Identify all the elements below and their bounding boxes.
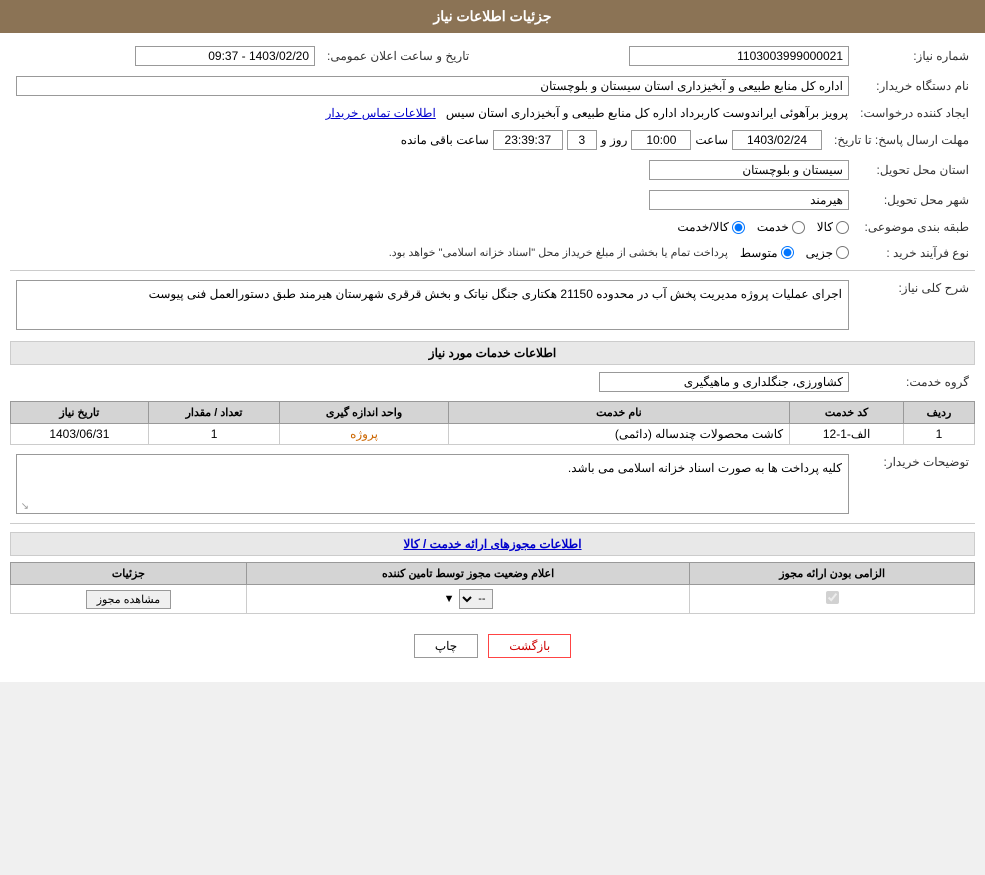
table-row: -- ▼ مشاهده مجوز bbox=[11, 585, 975, 614]
radio-motavasset[interactable]: متوسط bbox=[740, 246, 794, 260]
tabaqe-khedmat-label: خدمت bbox=[757, 220, 789, 234]
mohlat-saat-label: ساعت bbox=[695, 133, 728, 147]
elzami-checkbox bbox=[826, 591, 839, 604]
col-joziat: جزئیات bbox=[11, 563, 247, 585]
tawzih-value: کلیه پرداخت ها به صورت اسناد خزانه اسلام… bbox=[16, 454, 849, 514]
mohlat-baqi: 23:39:37 bbox=[493, 130, 563, 150]
jozi-label: جزیی bbox=[806, 246, 833, 260]
page-header: جزئیات اطلاعات نیاز bbox=[0, 0, 985, 33]
print-button[interactable]: چاپ bbox=[414, 634, 478, 658]
col-tarikh: تاریخ نیاز bbox=[11, 402, 149, 424]
service-table: ردیف کد خدمت نام خدمت واحد اندازه گیری ت… bbox=[10, 401, 975, 445]
mohlat-roz-label: روز و bbox=[601, 133, 628, 147]
sharh-value: اجرای عملیات پروژه مدیریت پخش آب در محدو… bbox=[16, 280, 849, 330]
khedmat-section-title: اطلاعات خدمات مورد نیاز bbox=[10, 341, 975, 365]
view-mojoz-button[interactable]: مشاهده مجوز bbox=[86, 590, 171, 609]
namDastgah-value: اداره کل منابع طبیعی و آبخیزداری استان س… bbox=[16, 76, 849, 96]
farayand-notice: پرداخت تمام یا بخشی از مبلغ خریداز محل "… bbox=[389, 244, 728, 261]
shahr-value: هیرمند bbox=[649, 190, 849, 210]
tarikh-value: 1403/02/20 - 09:37 bbox=[135, 46, 315, 66]
ostan-value: سیستان و بلوچستان bbox=[649, 160, 849, 180]
col-eelam: اعلام وضعیت مجوز توسط تامین کننده bbox=[246, 563, 689, 585]
mohlat-roz: 3 bbox=[567, 130, 597, 150]
col-vahed: واحد اندازه گیری bbox=[280, 402, 448, 424]
ijadKonande-label: ایجاد کننده درخواست: bbox=[854, 103, 975, 123]
tawzih-label: توضیحات خریدار: bbox=[855, 451, 975, 517]
mohlat-date: 1403/02/24 bbox=[732, 130, 822, 150]
back-button[interactable]: بازگشت bbox=[488, 634, 571, 658]
namDastgah-label: نام دستگاه خریدار: bbox=[855, 73, 975, 99]
shomareNiaz-label: شماره نیاز: bbox=[855, 43, 975, 69]
chevron-down-icon: ▼ bbox=[444, 593, 455, 605]
bottom-buttons: بازگشت چاپ bbox=[10, 620, 975, 672]
col-kod: کد خدمت bbox=[790, 402, 904, 424]
groheKhedmat-label: گروه خدمت: bbox=[855, 369, 975, 395]
noeFarayand-label: نوع فرآیند خرید : bbox=[855, 241, 975, 264]
col-elzami: الزامی بودن ارائه مجوز bbox=[690, 563, 975, 585]
tabaqe-label: طبقه بندی موضوعی: bbox=[855, 217, 975, 237]
eelam-select[interactable]: -- bbox=[459, 589, 493, 609]
col-radif: ردیف bbox=[904, 402, 975, 424]
tabaqe-kala-khedmat-label: کالا/خدمت bbox=[677, 220, 728, 234]
mohlat-baqi-label: ساعت باقی مانده bbox=[401, 133, 489, 147]
ijadKonande-link[interactable]: اطلاعات تماس خریدار bbox=[326, 106, 436, 120]
mojoz-table: الزامی بودن ارائه مجوز اعلام وضعیت مجوز … bbox=[10, 562, 975, 614]
sharh-label: شرح کلی نیاز: bbox=[855, 277, 975, 333]
resize-handle[interactable]: ↘ bbox=[19, 501, 29, 511]
shomareNiaz-value: 1103003999000021 bbox=[629, 46, 849, 66]
mohlat-saat: 10:00 bbox=[631, 130, 691, 150]
mohlat-label: مهلت ارسال پاسخ: تا تاریخ: bbox=[828, 127, 975, 153]
radio-khedmat[interactable]: خدمت bbox=[757, 220, 805, 234]
groheKhedmat-value: کشاورزی، جنگلداری و ماهیگیری bbox=[599, 372, 849, 392]
tabaqe-kala-label: کالا bbox=[817, 220, 833, 234]
shahr-label: شهر محل تحویل: bbox=[855, 187, 975, 213]
col-tedad: تعداد / مقدار bbox=[148, 402, 280, 424]
ostan-label: استان محل تحویل: bbox=[855, 157, 975, 183]
table-row: 1 الف-1-12 کاشت محصولات چندساله (دائمی) … bbox=[11, 424, 975, 445]
radio-kala[interactable]: کالا bbox=[817, 220, 849, 234]
mojoz-section-title: اطلاعات مجوزهای ارائه خدمت / کالا bbox=[10, 532, 975, 556]
motavasset-label: متوسط bbox=[740, 246, 778, 260]
radio-kala-khedmat[interactable]: کالا/خدمت bbox=[677, 220, 744, 234]
ijadKonande-value: پرویز برآهوئی ایراندوست کاربرداد اداره ک… bbox=[446, 106, 848, 120]
col-nam: نام خدمت bbox=[448, 402, 789, 424]
tarikh-label: تاریخ و ساعت اعلان عمومی: bbox=[321, 43, 479, 69]
radio-jozi[interactable]: جزیی bbox=[806, 246, 849, 260]
